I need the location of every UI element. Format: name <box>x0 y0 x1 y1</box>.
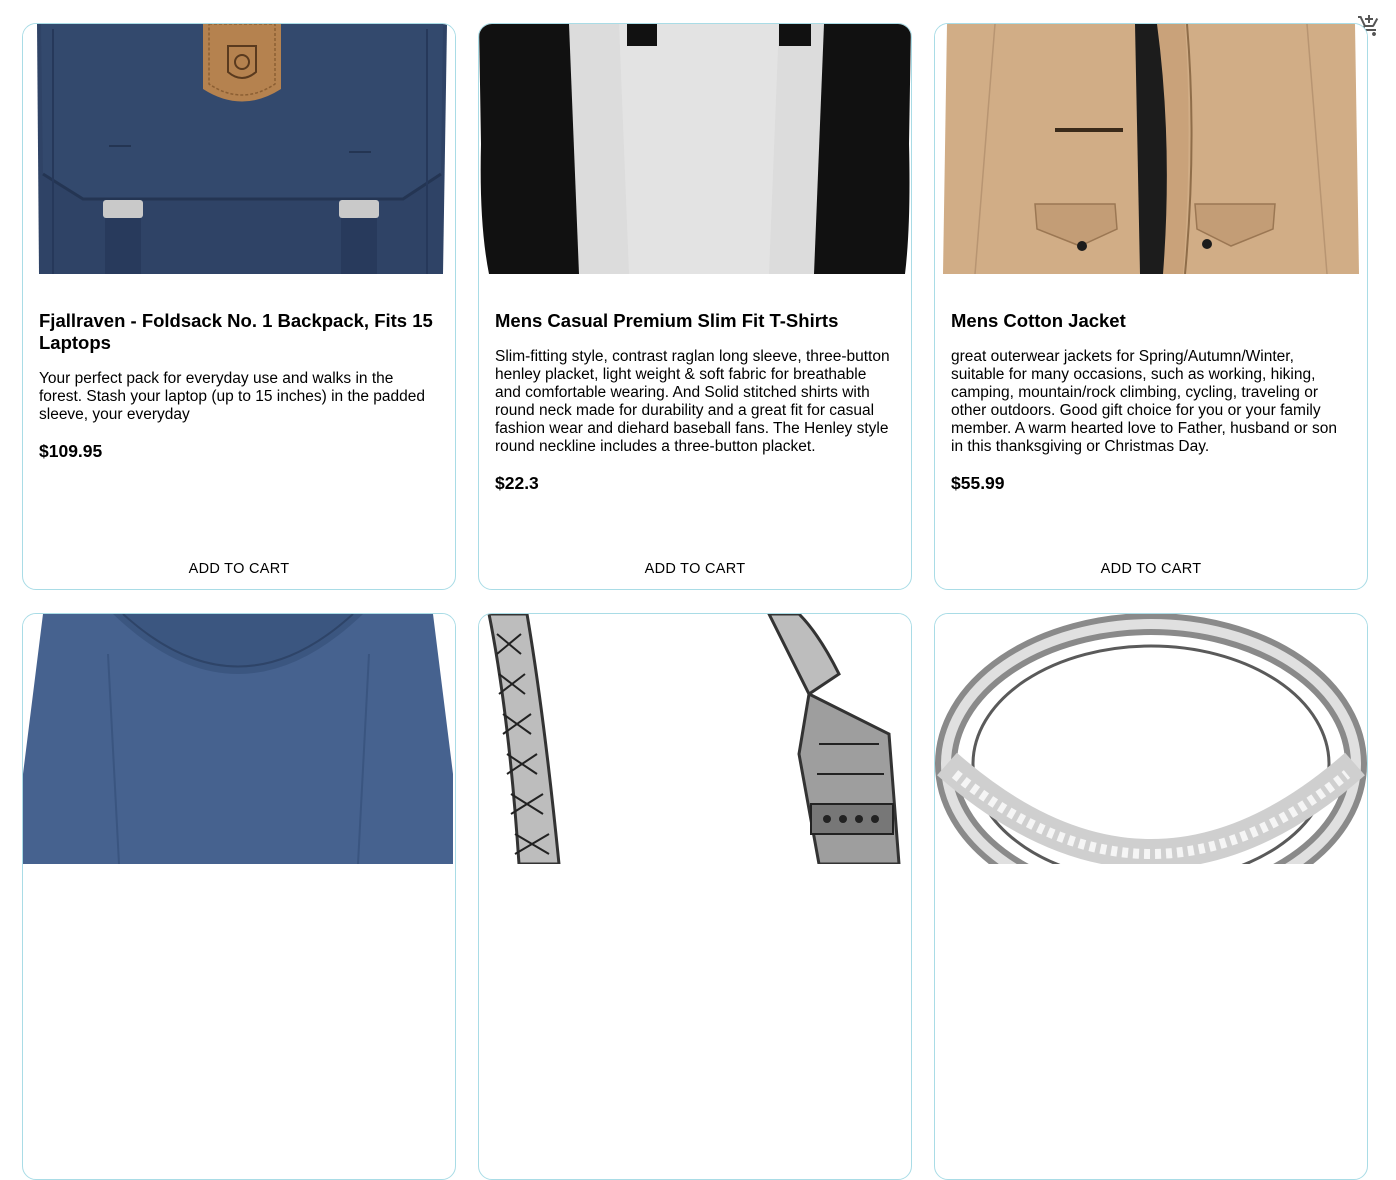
product-price: $22.3 <box>495 473 539 493</box>
tshirt-image[interactable] <box>479 24 911 274</box>
product-card <box>934 613 1368 1180</box>
product-card: Mens Cotton Jacket great outerwear jacke… <box>934 23 1368 590</box>
product-description: Your perfect pack for everyday use and w… <box>39 370 426 423</box>
product-title: Mens Cotton Jacket <box>951 310 1126 331</box>
product-description: great outerwear jackets for Spring/Autum… <box>951 348 1337 455</box>
product-card: Fjallraven - Foldsack No. 1 Backpack, Fi… <box>22 23 456 590</box>
product-card <box>478 613 912 1180</box>
ring-image[interactable] <box>935 614 1367 864</box>
add-to-cart-button[interactable]: ADD TO CART <box>23 556 455 580</box>
product-card: Mens Casual Premium Slim Fit T-Shirts Sl… <box>478 23 912 590</box>
product-title: Fjallraven - Foldsack No. 1 Backpack, Fi… <box>39 310 433 353</box>
product-description: Slim-fitting style, contrast raglan long… <box>495 348 890 455</box>
product-price: $109.95 <box>39 441 103 461</box>
product-card <box>22 613 456 1180</box>
backpack-image[interactable] <box>23 24 455 274</box>
product-grid: Fjallraven - Foldsack No. 1 Backpack, Fi… <box>22 23 1368 1180</box>
product-price: $55.99 <box>951 473 1005 493</box>
product-title: Mens Casual Premium Slim Fit T-Shirts <box>495 310 839 331</box>
jacket-image[interactable] <box>935 24 1367 274</box>
add-to-cart-button[interactable]: ADD TO CART <box>935 556 1367 580</box>
bracelet-image[interactable] <box>479 614 911 864</box>
add-to-cart-button[interactable]: ADD TO CART <box>479 556 911 580</box>
blue-shirt-image[interactable] <box>23 614 455 864</box>
